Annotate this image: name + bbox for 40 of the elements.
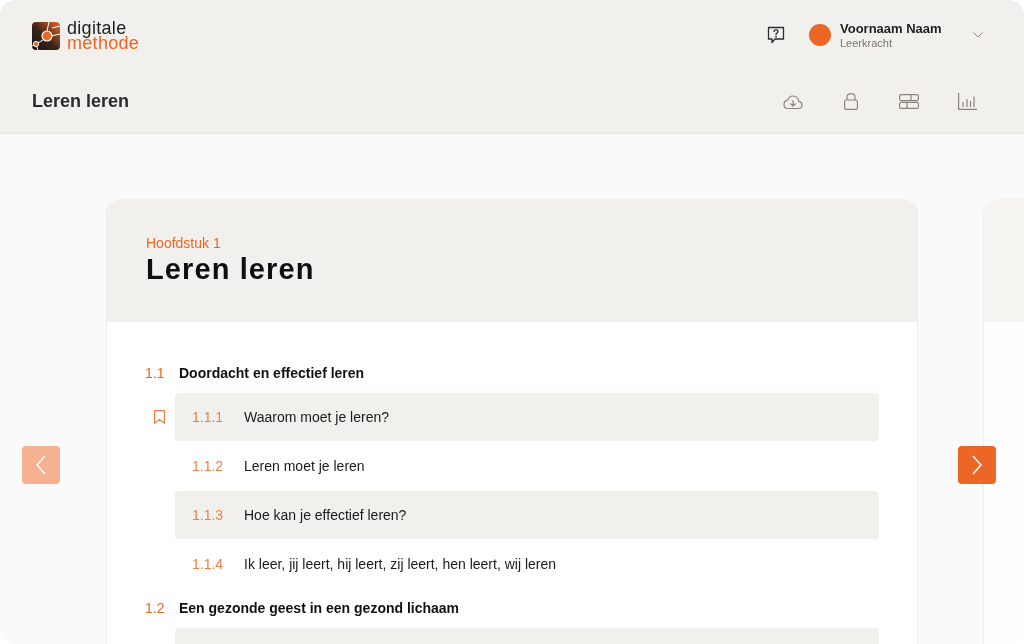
lesson-row[interactable]: 1.1.2 Leren moet je leren xyxy=(175,442,879,490)
help-icon xyxy=(767,26,785,44)
lock-button[interactable] xyxy=(841,91,861,112)
user-menu-button[interactable] xyxy=(973,30,983,40)
statistics-button[interactable] xyxy=(957,91,977,112)
avatar-icon xyxy=(809,24,831,46)
section-number: 1.1 xyxy=(145,365,166,381)
lesson-number: 1.1.2 xyxy=(192,458,225,474)
chevron-right-icon xyxy=(972,455,982,475)
lesson-number: 1.1.3 xyxy=(192,507,225,523)
logo-icon xyxy=(32,22,60,50)
section-number: 1.2 xyxy=(145,600,166,616)
section-title: Doordacht en effectief leren xyxy=(179,365,365,381)
chapter-title: Leren leren xyxy=(146,252,316,286)
bookmark-icon[interactable] xyxy=(153,410,165,424)
lesson-row[interactable]: 1.1.1 Waarom moet je leren? xyxy=(175,393,879,441)
layout-icon xyxy=(899,94,919,109)
user-name: Voornaam Naam xyxy=(840,20,943,37)
lesson-number: 1.1.1 xyxy=(192,409,225,425)
page-title: Leren leren xyxy=(32,91,130,112)
layout-button[interactable] xyxy=(899,91,919,112)
chevron-down-icon xyxy=(973,32,983,38)
lesson-title: Ik leer, jij leert, hij leert, zij leert, hen leert, wij leren xyxy=(244,556,556,572)
next-button[interactable] xyxy=(958,446,996,484)
logo-wordmark: digitale xyxy=(67,21,127,36)
lesson-title: Waarom moet je leren? xyxy=(244,409,389,425)
cloud-download-icon xyxy=(783,93,803,110)
help-button[interactable] xyxy=(767,26,785,44)
chapter-label: Hoofdstuk 1 xyxy=(146,234,222,252)
lesson-row[interactable]: 1.1.4 Ik leer, jij leert, hij leert, zij leert, hen leert, wij leren xyxy=(175,540,879,588)
lock-icon xyxy=(844,93,858,110)
user-role: Leerkracht xyxy=(840,36,893,50)
lesson-title: Hoe kan je effectief leren? xyxy=(244,507,407,523)
logo-wordmark: methode xyxy=(67,36,140,51)
lesson-row[interactable]: 1.1.3 Hoe kan je effectief leren? xyxy=(175,491,879,539)
section-title: Een gezonde geest in een gezond lichaam xyxy=(179,600,460,616)
bar-chart-icon xyxy=(957,93,977,110)
chevron-left-icon xyxy=(36,455,46,475)
lesson-title: Leren moet je leren xyxy=(244,458,365,474)
lesson-number: 1.1.4 xyxy=(192,556,225,572)
